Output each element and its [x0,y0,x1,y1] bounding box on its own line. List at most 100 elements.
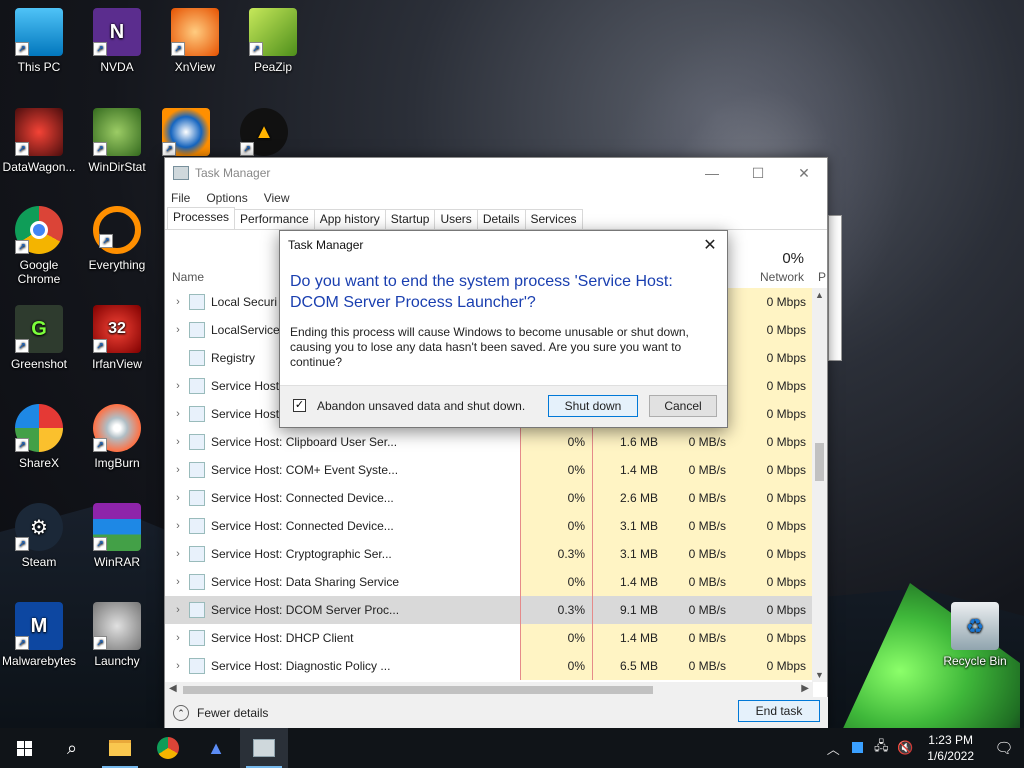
table-row[interactable]: › Service Host: Cryptographic Ser... 0.3% 3… [165,540,813,568]
chrome-taskbar-icon[interactable] [144,728,192,768]
tab-users[interactable]: Users [434,209,478,229]
datawagon-icon: ↗ [15,108,63,156]
menu-options[interactable]: Options [206,191,247,205]
menu-view[interactable]: View [264,191,290,205]
expand-chevron-icon[interactable]: › [167,324,189,336]
network-percent: 0% [782,250,804,267]
tab-performance[interactable]: Performance [234,209,315,229]
menu-file[interactable]: File [171,191,190,205]
desktop-icon-imgburn[interactable]: ↗ ImgBurn [78,404,156,470]
menu-bar: File Options View [165,188,827,208]
tab-processes[interactable]: Processes [167,207,236,229]
nvda-taskbar-icon[interactable]: ▲ [192,728,240,768]
table-row[interactable]: › Service Host: Clipboard User Ser... 0% 1.… [165,428,813,456]
desktop-icon-xnview[interactable]: ↗ XnView [156,8,234,74]
desktop-icon-sharex[interactable]: ↗ ShareX [0,404,78,470]
desktop-icon-google-chrome[interactable]: ↗ Google Chrome [0,206,78,286]
process-icon [189,574,205,590]
task-manager-taskbar-icon[interactable] [240,728,288,768]
taskbar: ⌕ ▲ ︿ 🖧 🔇 1:23 PM 1/6/2022 🗨 [0,728,1024,768]
desktop-icon-nvda[interactable]: N ↗ NVDA [78,8,156,74]
expand-chevron-icon[interactable]: › [167,436,189,448]
desktop-icon-aimp[interactable]: ▲ ↗ [234,108,294,160]
table-row[interactable]: › Service Host: Connected Device... 0% 2.6 … [165,484,813,512]
abandon-data-label[interactable]: Abandon unsaved data and shut down. [317,399,525,413]
steam-icon: ⚙ ↗ [15,503,63,551]
process-icon [189,378,205,394]
cancel-button[interactable]: Cancel [649,395,717,417]
table-row[interactable]: › Service Host: Data Sharing Service 0% 1.4… [165,568,813,596]
expand-chevron-icon[interactable]: › [167,632,189,644]
dialog-title: Task Manager [288,238,364,252]
abandon-data-checkbox[interactable]: ✓ [293,399,306,412]
shut-down-button[interactable]: Shut down [548,395,638,417]
desktop-icon-winrar[interactable]: ↗ WinRAR [78,503,156,569]
memory-cell: 9.1 MB [592,596,665,624]
desktop-icon-irfanview[interactable]: 32 ↗ IrfanView [78,305,156,371]
network-icon[interactable]: 🖧 [869,737,893,759]
scroll-down-arrow-icon[interactable]: ▼ [812,670,827,680]
memory-cell: 1.4 MB [592,568,665,596]
tab-app-history[interactable]: App history [313,209,386,229]
table-row[interactable]: › Service Host: Connected Device... 0% 3.1 … [165,512,813,540]
desktop-icon-windirstat[interactable]: ↗ WinDirStat [78,108,156,174]
desktop-icon-everything[interactable]: ↗ Everything [78,206,156,272]
disk-cell: 0 MB/s [665,624,733,652]
desktop-icon-greenshot[interactable]: G ↗ Greenshot [0,305,78,371]
fewer-details-button[interactable]: ⌃ Fewer details [173,705,268,721]
volume-muted-icon[interactable]: 🔇 [893,740,917,756]
desktop-icon-this-pc[interactable]: ↗ This PC [0,8,78,74]
tab-services[interactable]: Services [524,209,583,229]
start-button[interactable] [0,728,48,768]
dialog-close-icon[interactable]: ✕ [699,235,721,257]
task-manager-icon [173,166,189,180]
expand-chevron-icon[interactable]: › [167,520,189,532]
file-explorer-icon[interactable] [96,728,144,768]
expand-chevron-icon[interactable]: › [167,296,189,308]
end-task-button[interactable]: End task [738,700,820,722]
hscroll-thumb[interactable] [183,686,653,694]
table-row[interactable]: › Service Host: DHCP Client 0% 1.4 MB 0 MB/s… [165,624,813,652]
table-row[interactable]: › Service Host: COM+ Event Syste... 0% 1.4 … [165,456,813,484]
tab-details[interactable]: Details [476,209,526,229]
expand-chevron-icon[interactable]: › [167,548,189,560]
maximize-button[interactable]: ☐ [735,158,781,188]
close-button[interactable]: ✕ [781,158,827,188]
ufo-icon: ↗ [93,602,141,650]
desktop-icon-recycle-bin[interactable]: ♻ Recycle Bin [936,602,1014,668]
expand-chevron-icon[interactable]: › [167,464,189,476]
table-row[interactable]: › Service Host: DCOM Server Proc... 0.3% 9.… [165,596,813,624]
scroll-left-arrow-icon[interactable]: ◀ [169,683,177,694]
desktop-icon-steam[interactable]: ⚙ ↗ Steam [0,503,78,569]
column-power-header[interactable]: P [818,270,826,284]
desktop-icon-datawagon[interactable]: ↗ DataWagon... [0,108,78,174]
scroll-right-arrow-icon[interactable]: ▶ [801,683,809,694]
expand-chevron-icon[interactable]: › [167,408,189,420]
action-center-icon[interactable]: 🗨 [984,739,1024,757]
scroll-up-arrow-icon[interactable]: ▲ [812,290,827,300]
show-hidden-icons-chevron-up-icon[interactable]: ︿ [821,739,845,758]
clock-date: 1/6/2022 [927,749,974,763]
vertical-scrollbar[interactable]: ▲ ▼ [812,288,827,682]
table-row[interactable]: › Service Host: Diagnostic Policy ... 0% 6.… [165,652,813,680]
expand-chevron-icon[interactable]: › [167,576,189,588]
desktop-icon-label: Steam [21,555,57,569]
desktop-icon-peazip[interactable]: ↗ PeaZip [234,8,312,74]
expand-chevron-icon[interactable]: › [167,660,189,672]
expand-chevron-icon[interactable]: › [167,492,189,504]
tray-app-icon[interactable] [845,741,869,756]
dialog-body: Ending this process will cause Windows t… [290,325,689,369]
expand-chevron-icon[interactable]: › [167,604,189,616]
expand-chevron-icon[interactable]: › [167,380,189,392]
column-network-header[interactable]: Network [760,270,804,284]
tab-startup[interactable]: Startup [384,209,436,229]
minimize-button[interactable]: — [689,158,735,188]
clock[interactable]: 1:23 PM 1/6/2022 [917,732,984,764]
desktop-icon-xnview-2[interactable]: ↗ [156,108,216,160]
scroll-thumb[interactable] [815,443,824,481]
search-icon[interactable]: ⌕ [48,728,96,768]
horizontal-scrollbar[interactable]: ◀ ▶ [165,682,813,698]
desktop-icon-malwarebytes[interactable]: M ↗ Malwarebytes [0,602,78,668]
column-name-header[interactable]: Name [172,270,204,284]
desktop-icon-launchy[interactable]: ↗ Launchy [78,602,156,668]
